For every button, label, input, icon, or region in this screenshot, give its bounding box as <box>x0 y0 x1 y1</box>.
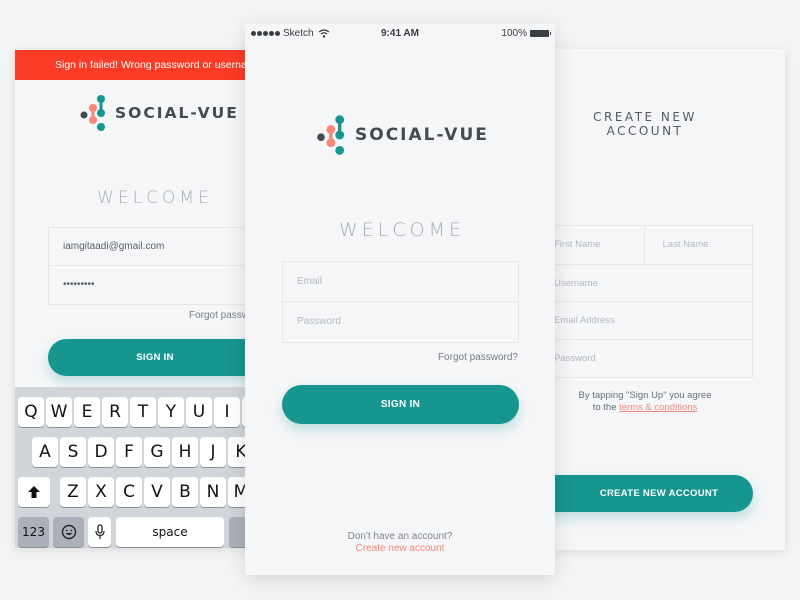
microphone-key[interactable] <box>88 517 111 547</box>
signin-error-screen: Sign in failed! Wrong password or userna… <box>15 50 260 548</box>
password-input[interactable]: ••••••••• <box>49 266 260 304</box>
key-e[interactable]: E <box>74 397 100 427</box>
first-name-input[interactable]: First Name <box>555 226 644 264</box>
key-h[interactable]: H <box>172 437 198 467</box>
signup-screen: CREATE NEW ACCOUNT First Name Last Name … <box>555 49 785 550</box>
welcome-heading: WELCOME <box>97 188 213 208</box>
key-r[interactable]: R <box>102 397 128 427</box>
error-banner: Sign in failed! Wrong password or userna… <box>15 50 260 80</box>
key-d[interactable]: D <box>88 437 114 467</box>
battery-indicator: 100% <box>501 28 551 39</box>
status-bar: Sketch 9:41 AM 100% <box>245 24 555 44</box>
key-a[interactable]: A <box>32 437 58 467</box>
logo-icon <box>317 115 345 155</box>
shift-key[interactable] <box>18 477 50 507</box>
password-input[interactable]: Password <box>555 340 752 378</box>
key-j[interactable]: J <box>200 437 226 467</box>
key-z[interactable]: Z <box>60 477 86 507</box>
terms-text-line1: By tapping "Sign Up" you agree <box>578 390 712 401</box>
key-n[interactable]: N <box>200 477 226 507</box>
terms-text-line2: to the terms & conditions <box>555 402 735 414</box>
terms-link[interactable]: terms & conditions <box>619 402 697 413</box>
email-address-input[interactable]: Email Address <box>555 302 752 340</box>
key-w[interactable]: W <box>46 397 72 427</box>
key-v[interactable]: V <box>144 477 170 507</box>
login-form: Email Password <box>282 261 519 343</box>
sign-in-button[interactable]: SIGN IN <box>282 385 519 424</box>
key-x[interactable]: X <box>88 477 114 507</box>
key-c[interactable]: C <box>116 477 142 507</box>
key-f[interactable]: F <box>116 437 142 467</box>
last-name-input[interactable]: Last Name <box>643 226 753 264</box>
emoji-icon <box>61 524 76 540</box>
brand-logo: SOCIAL-VUE <box>79 93 239 133</box>
key-b[interactable]: B <box>172 477 198 507</box>
brand-name: SOCIAL-VUE <box>115 104 239 122</box>
signup-heading-line2: ACCOUNT <box>606 124 684 138</box>
emoji-key[interactable] <box>53 517 84 547</box>
numbers-key[interactable]: 123 <box>18 517 49 547</box>
brand-logo: SOCIAL-VUE <box>315 113 489 157</box>
key-g[interactable]: G <box>144 437 170 467</box>
forgot-password-link[interactable]: Forgot passw <box>189 310 249 321</box>
create-account-link[interactable]: Create new account <box>245 543 555 554</box>
space-key[interactable]: space <box>116 517 224 547</box>
signup-heading-line1: CREATE NEW <box>593 110 697 124</box>
welcome-heading: WELCOME <box>339 219 465 241</box>
shift-arrow-icon <box>28 486 40 498</box>
signup-heading: CREATE NEW ACCOUNT <box>555 110 735 138</box>
name-row: First Name Last Name <box>555 226 752 265</box>
key-t[interactable]: T <box>130 397 156 427</box>
login-form: iamgitaadi@gmail.com ••••••••• <box>48 227 260 305</box>
onscreen-keyboard: Q W E R T Y U I A S D F G H J K Z X C V … <box>15 387 260 548</box>
password-input[interactable]: Password <box>283 302 518 342</box>
brand-name: SOCIAL-VUE <box>355 125 489 145</box>
forgot-password-link[interactable]: Forgot password? <box>438 352 518 363</box>
signup-form: First Name Last Name Username Email Addr… <box>555 225 753 378</box>
key-s[interactable]: S <box>60 437 86 467</box>
key-q[interactable]: Q <box>18 397 44 427</box>
battery-percent: 100% <box>501 28 527 39</box>
no-account-prompt: Don't have an account? <box>347 531 453 542</box>
terms-notice: By tapping "Sign Up" you agree to the te… <box>555 390 735 414</box>
logo-icon <box>80 95 105 131</box>
battery-icon <box>530 30 551 37</box>
terms-prefix: to the <box>592 402 617 413</box>
email-input[interactable]: Email <box>283 262 518 302</box>
key-i[interactable]: I <box>214 397 240 427</box>
key-u[interactable]: U <box>186 397 212 427</box>
microphone-icon <box>94 524 105 539</box>
email-input[interactable]: iamgitaadi@gmail.com <box>49 228 260 266</box>
signin-screen: Sketch 9:41 AM 100% SOCIAL-VUE WELCOME E… <box>245 24 555 575</box>
create-account-button[interactable]: CREATE NEW ACCOUNT <box>555 475 753 512</box>
sign-in-button[interactable]: SIGN IN <box>48 339 260 376</box>
username-input[interactable]: Username <box>555 265 752 302</box>
key-y[interactable]: Y <box>158 397 184 427</box>
